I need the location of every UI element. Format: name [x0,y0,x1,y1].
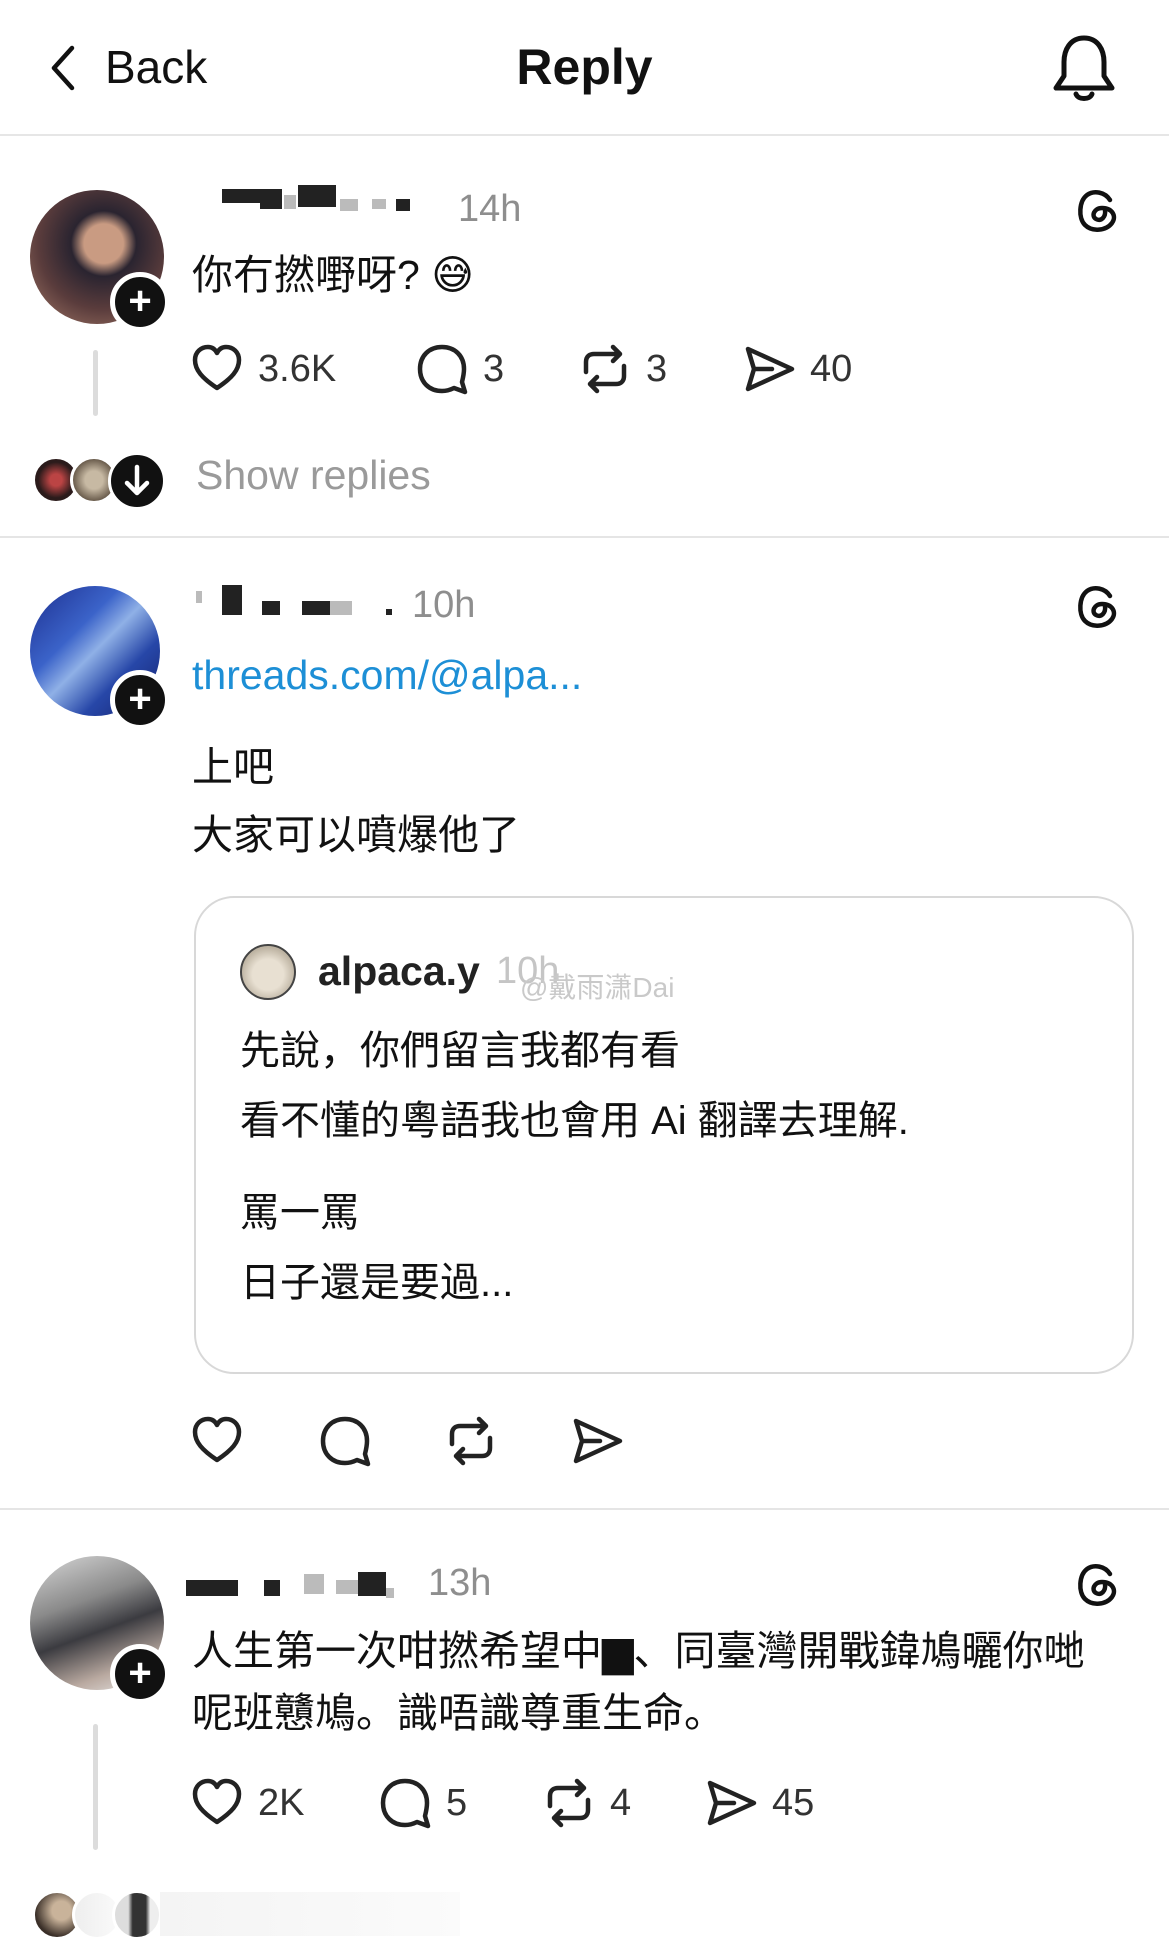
post-timestamp: 14h [458,188,522,230]
share-count: 45 [772,1781,815,1824]
comment-bubble-icon [380,1778,431,1829]
post-text-line: 呢班戇鳩。識唔識尊重生命。 [192,1690,725,1736]
repost-count: 3 [646,347,668,390]
send-icon[interactable] [570,1414,624,1468]
reply-avatar [112,1890,162,1940]
like-button[interactable]: 3.6K [190,342,336,396]
follow-plus-button[interactable]: + [110,1644,170,1704]
share-count: 40 [810,347,853,390]
send-icon [707,1780,757,1826]
repost-icon [583,344,627,394]
heart-icon[interactable] [190,1414,244,1468]
comment-bubble-icon [417,344,468,395]
repost-button[interactable]: 3 [578,342,667,396]
repost-icon[interactable] [444,1414,498,1468]
censored-area [160,1892,460,1936]
post-divider [0,1508,1169,1510]
share-button[interactable]: 45 [704,1776,814,1830]
threads-logo-icon[interactable] [1072,580,1124,632]
profile-link[interactable]: threads.com/@alpa... [192,652,582,699]
threads-logo-icon[interactable] [1072,1558,1124,1610]
post-timestamp: 13h [428,1562,492,1604]
quote-text-line: 先說，你們留言我都有看 [240,1029,680,1073]
arrow-down-icon [124,464,150,496]
like-count: 2K [258,1781,305,1824]
post-divider [0,536,1169,538]
censored-username [222,185,452,225]
post-timestamp: 10h [412,584,476,626]
repost-icon [547,1778,591,1828]
threads-logo-icon[interactable] [1072,184,1124,236]
post-text-line: 人生第一次咁撚希望中▆、同臺灣開戰鍏鳩曬你哋 [192,1628,1085,1674]
comment-button[interactable]: 3 [415,342,504,396]
repost-button[interactable]: 4 [542,1776,631,1830]
censored-username [186,1568,426,1608]
comment-count: 5 [446,1781,468,1824]
thread-line [93,1724,98,1850]
page-title: Reply [516,39,653,95]
quote-text-line: 罵一罵 [240,1191,360,1235]
quote-username[interactable]: alpaca.y [318,948,480,995]
send-icon [745,346,795,392]
like-count: 3.6K [258,347,337,390]
post-text: 你冇撚嘢呀? 😅 [192,252,474,298]
heart-icon [192,344,242,391]
follow-plus-button[interactable]: + [110,272,170,332]
bell-icon[interactable] [1050,32,1118,104]
heart-icon [192,1778,242,1825]
comment-button[interactable]: 5 [378,1776,467,1830]
quote-avatar [240,944,296,1000]
post-text-line: 上吧 [192,744,274,790]
share-button[interactable]: 40 [742,342,852,396]
follow-plus-button[interactable]: + [110,670,170,730]
comment-bubble-icon[interactable] [318,1414,372,1468]
like-button[interactable]: 2K [190,1776,304,1830]
comment-count: 3 [483,347,505,390]
expand-replies-button[interactable] [108,452,166,510]
censored-username [196,585,396,625]
quote-text-line: 看不懂的粵語我也會用 Ai 翻譯去理解. [240,1099,909,1143]
quote-text-line: 日子還是要過... [240,1261,514,1305]
thread-line [93,350,98,416]
repost-count: 4 [610,1781,632,1824]
header-divider [0,134,1169,136]
watermark: @戴雨潇Dai [520,972,675,1003]
post-text-line: 大家可以噴爆他了 [192,812,520,858]
show-replies-link[interactable]: Show replies [196,452,431,499]
